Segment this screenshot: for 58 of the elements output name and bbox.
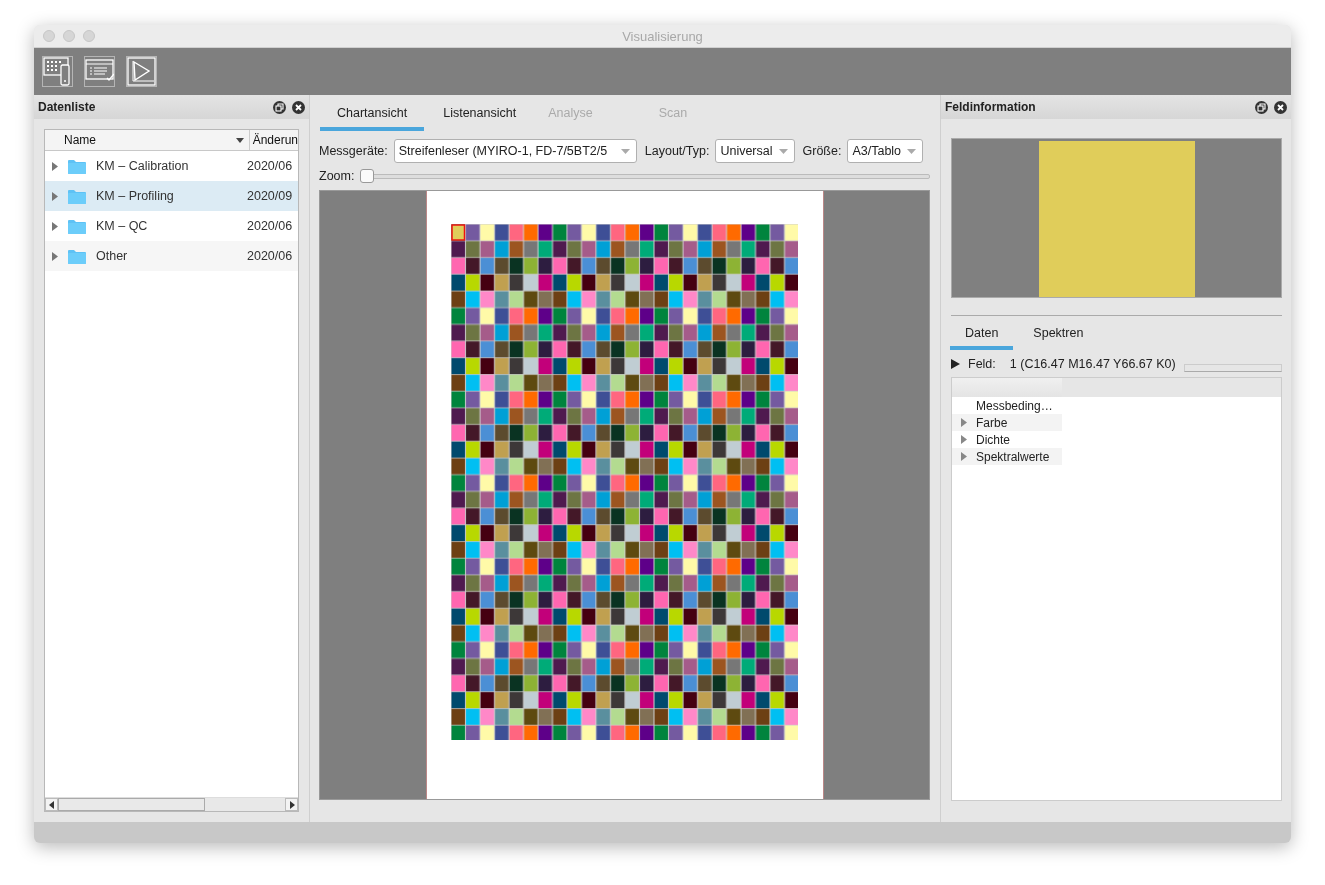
item-name: KM – Profiling <box>96 189 174 203</box>
sort-arrow-icon <box>235 137 244 143</box>
item-date: 2020/06 <box>247 219 293 233</box>
toolbar-button[interactable] <box>126 56 157 87</box>
column-header[interactable]: Änderun <box>249 130 298 150</box>
scroll-right-button[interactable] <box>285 798 298 811</box>
folder-icon <box>68 248 86 264</box>
grid-phone-icon <box>43 57 72 86</box>
dropdown[interactable]: Streifenleser (MYIRO-1, FD-7/5BT2/5 <box>393 139 637 163</box>
close-icon[interactable] <box>292 100 305 114</box>
window-title: Visualisierung <box>622 28 703 44</box>
item-date: 2020/06 <box>247 159 293 173</box>
item-date: 2020/06 <box>247 249 293 263</box>
item-name: KM – Calibration <box>96 159 189 173</box>
scroll-left-button[interactable] <box>45 798 58 811</box>
property-name: Spektralwerte <box>976 449 1050 464</box>
folder-icon <box>68 218 86 234</box>
tree-row[interactable]: Other 2020/06 <box>45 241 298 271</box>
arrow-left-icon <box>48 800 55 809</box>
folder-icon <box>68 158 86 174</box>
dropdown[interactable]: Universal <box>715 139 795 163</box>
zoom-slider[interactable] <box>360 169 930 183</box>
property-name: Farbe <box>976 415 1008 430</box>
field-label: Größe: <box>802 144 842 158</box>
tab[interactable]: Daten <box>950 324 1014 350</box>
item-date: 2020/09 <box>247 189 293 203</box>
tree-row[interactable]: KM – Profiling 2020/09 <box>45 181 298 211</box>
property-name: Dichte <box>976 432 1010 447</box>
close-icon[interactable] <box>1274 100 1287 114</box>
property-name: Messbeding… <box>976 398 1053 413</box>
scrollbar-thumb[interactable] <box>58 798 205 811</box>
panel-title: Datenliste <box>38 100 96 114</box>
item-name: KM – QC <box>96 219 148 233</box>
arrow-right-icon <box>288 800 295 809</box>
column-header[interactable]: Name <box>45 130 250 150</box>
restore-icon[interactable] <box>1255 100 1268 114</box>
horizontal-scrollbar[interactable] <box>45 797 298 811</box>
field-label: Feld: <box>968 357 996 371</box>
tab[interactable]: Spektren <box>1019 324 1098 350</box>
caret-icon <box>620 148 630 154</box>
toolbar-button[interactable] <box>42 56 73 87</box>
tab[interactable]: Listenansicht <box>430 103 530 131</box>
slider-thumb[interactable] <box>360 169 375 183</box>
field-label: Layout/Typ: <box>644 144 710 158</box>
gamut-plot-icon <box>127 57 156 86</box>
expand-arrow-icon[interactable] <box>951 359 960 369</box>
restore-icon[interactable] <box>273 100 286 114</box>
zoom-label: Zoom: <box>319 169 355 183</box>
folder-icon <box>68 188 86 204</box>
field-label: Messgeräte: <box>319 144 388 158</box>
panel-title: Feldinformation <box>945 100 1036 114</box>
tab[interactable]: Chartansicht <box>320 103 425 131</box>
toolbar-button[interactable] <box>84 56 115 87</box>
caret-icon <box>907 148 917 154</box>
dropdown[interactable]: A3/Tablo <box>847 139 924 163</box>
field-value: 1 (C16.47 M16.47 Y66.67 K0) <box>1009 357 1176 371</box>
caret-icon <box>778 148 788 154</box>
item-name: Other <box>96 249 128 263</box>
